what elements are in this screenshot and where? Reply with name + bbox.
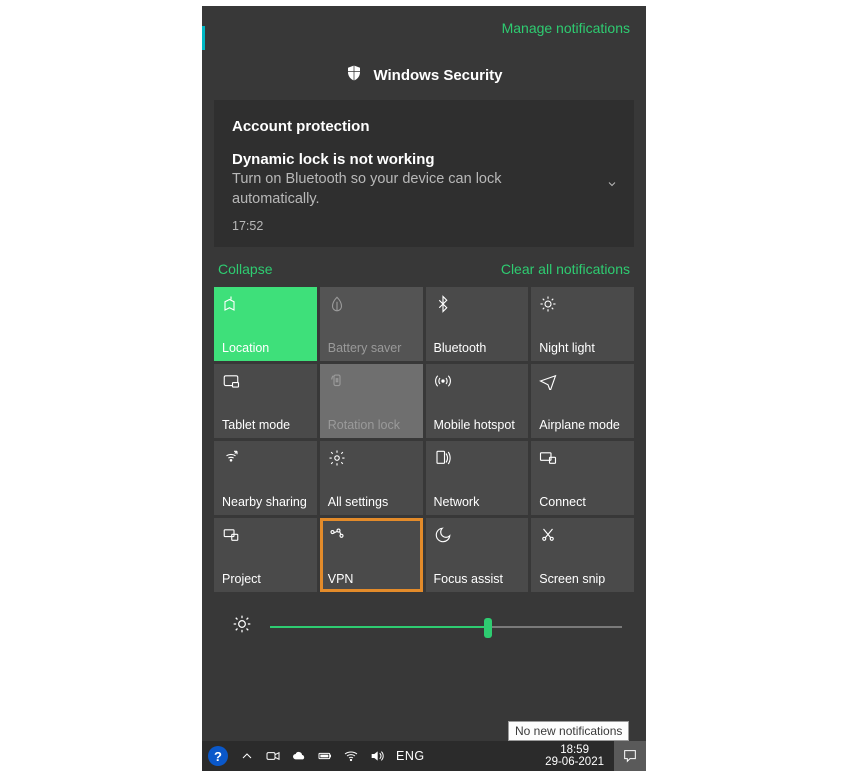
tile-label: Nearby sharing xyxy=(222,495,309,509)
brightness-row xyxy=(202,592,646,639)
tray-chevron-up-icon[interactable] xyxy=(234,748,260,764)
vpn-icon xyxy=(328,524,415,546)
tile-screen-snip[interactable]: Screen snip xyxy=(531,518,634,592)
language-indicator[interactable]: ENG xyxy=(396,749,425,763)
action-center-button[interactable] xyxy=(614,741,646,771)
airplane-icon xyxy=(539,370,626,392)
tile-label: Location xyxy=(222,341,309,355)
notification-section: Account protection xyxy=(232,118,616,135)
share-icon xyxy=(222,447,309,469)
tile-label: All settings xyxy=(328,495,415,509)
tile-location[interactable]: Location xyxy=(214,287,317,361)
brightness-slider[interactable] xyxy=(270,626,622,628)
action-center-tooltip: No new notifications xyxy=(508,721,629,741)
tile-nearby-sharing[interactable]: Nearby sharing xyxy=(214,441,317,515)
onedrive-icon[interactable] xyxy=(286,748,312,764)
wifi-icon[interactable] xyxy=(338,748,364,764)
notification-body: Turn on Bluetooth so your device can loc… xyxy=(232,170,572,209)
tile-label: Project xyxy=(222,572,309,586)
tile-label: Night light xyxy=(539,341,626,355)
tablet-icon xyxy=(222,370,309,392)
tile-label: Bluetooth xyxy=(434,341,521,355)
manage-notifications-row: Manage notifications xyxy=(202,6,646,42)
tile-night-light[interactable]: Night light xyxy=(531,287,634,361)
tile-label: Network xyxy=(434,495,521,509)
tile-label: VPN xyxy=(328,572,415,586)
bluetooth-icon xyxy=(434,293,521,315)
action-center-panel: Manage notifications Windows Security Ac… xyxy=(202,6,646,751)
tile-project[interactable]: Project xyxy=(214,518,317,592)
tile-label: Battery saver xyxy=(328,341,415,355)
notification-app-name: Windows Security xyxy=(373,67,502,84)
tile-focus-assist[interactable]: Focus assist xyxy=(426,518,529,592)
tile-airplane-mode[interactable]: Airplane mode xyxy=(531,364,634,438)
tile-tablet-mode[interactable]: Tablet mode xyxy=(214,364,317,438)
tile-mobile-hotspot[interactable]: Mobile hotspot xyxy=(426,364,529,438)
tile-label: Rotation lock xyxy=(328,418,415,432)
tile-label: Connect xyxy=(539,495,626,509)
shield-icon xyxy=(345,64,363,86)
notification-time: 17:52 xyxy=(232,219,616,233)
notification-title: Dynamic lock is not working xyxy=(232,151,616,168)
taskbar-time: 18:59 xyxy=(545,744,604,756)
tile-battery-saver[interactable]: Battery saver xyxy=(320,287,423,361)
leaf-icon xyxy=(328,293,415,315)
tile-bluetooth[interactable]: Bluetooth xyxy=(426,287,529,361)
collapse-link[interactable]: Collapse xyxy=(218,261,272,277)
slider-thumb[interactable] xyxy=(484,618,492,638)
moon-icon xyxy=(434,524,521,546)
tile-label: Tablet mode xyxy=(222,418,309,432)
location-icon xyxy=(222,293,309,315)
tile-label: Airplane mode xyxy=(539,418,626,432)
snip-icon xyxy=(539,524,626,546)
battery-icon[interactable] xyxy=(312,748,338,764)
sun-icon xyxy=(539,293,626,315)
help-icon[interactable]: ? xyxy=(208,746,228,766)
tile-rotation-lock[interactable]: Rotation lock xyxy=(320,364,423,438)
connect-icon xyxy=(539,447,626,469)
taskbar-date: 29-06-2021 xyxy=(545,756,604,768)
manage-notifications-link[interactable]: Manage notifications xyxy=(502,20,630,36)
notification-card[interactable]: Account protection Dynamic lock is not w… xyxy=(214,100,634,247)
chevron-down-icon[interactable] xyxy=(606,178,618,193)
taskbar: ? ENG 18:59 29-06-2021 xyxy=(202,741,646,771)
meet-now-icon[interactable] xyxy=(260,748,286,764)
volume-icon[interactable] xyxy=(364,748,390,764)
notification-app-header: Windows Security xyxy=(202,42,646,100)
hotspot-icon xyxy=(434,370,521,392)
quick-action-tiles: Location Battery saver Bluetooth Night ligh… xyxy=(202,287,646,592)
project-icon xyxy=(222,524,309,546)
taskbar-clock[interactable]: 18:59 29-06-2021 xyxy=(545,744,608,768)
tile-vpn[interactable]: VPN xyxy=(320,518,423,592)
action-links-row: Collapse Clear all notifications xyxy=(202,247,646,287)
gear-icon xyxy=(328,447,415,469)
tile-label: Mobile hotspot xyxy=(434,418,521,432)
tile-label: Screen snip xyxy=(539,572,626,586)
tile-all-settings[interactable]: All settings xyxy=(320,441,423,515)
clear-all-link[interactable]: Clear all notifications xyxy=(501,261,630,277)
tile-network[interactable]: Network xyxy=(426,441,529,515)
tile-label: Focus assist xyxy=(434,572,521,586)
rotation-icon xyxy=(328,370,415,392)
network-icon xyxy=(434,447,521,469)
brightness-icon xyxy=(232,614,252,639)
tile-connect[interactable]: Connect xyxy=(531,441,634,515)
